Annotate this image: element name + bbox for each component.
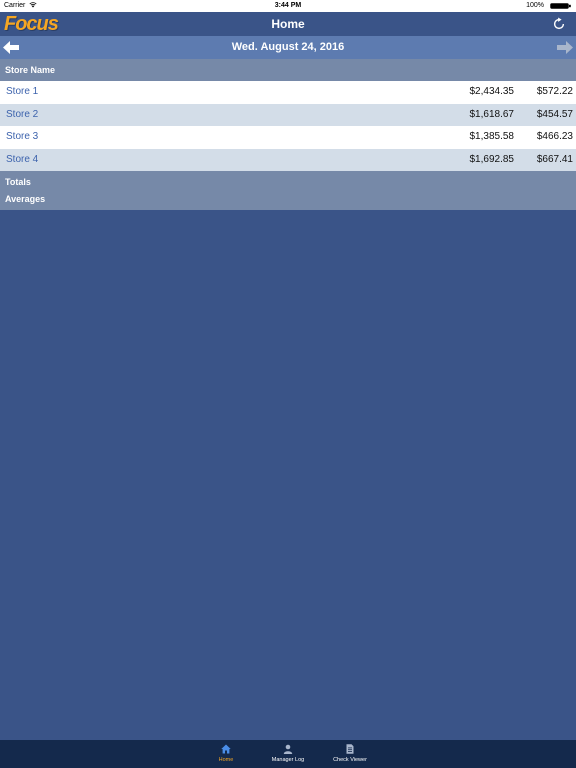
tab-home[interactable]: Home [198, 740, 254, 768]
store-name-link[interactable]: Store 4 [6, 149, 38, 172]
refresh-icon[interactable] [552, 17, 566, 31]
tab-manager-log-label: Manager Log [271, 757, 305, 763]
store-name-link[interactable]: Store 1 [6, 81, 38, 104]
store-value-2: $667.41 [536, 153, 573, 165]
store-value-1: $2,434.35 [469, 86, 515, 97]
tab-home-label: Home [218, 757, 234, 763]
table-row[interactable]: Store 2 $1,618.67 $454.57 [0, 103, 576, 127]
person-icon [283, 744, 293, 754]
averages-label: Averages [5, 194, 46, 204]
home-icon [221, 744, 231, 754]
store-value-2: $454.57 [536, 108, 573, 120]
tab-check-viewer-label: Check Viewer [333, 757, 367, 763]
nav-bar: Focus Home [0, 12, 576, 36]
page-title: Home [271, 17, 305, 31]
table-header: Store Name [0, 59, 576, 81]
current-date: Wed. August 24, 2016 [231, 41, 345, 53]
summary-section: Totals Averages [0, 171, 576, 210]
status-bar: Carrier 3:44 PM 100% [0, 0, 576, 12]
store-value-2: $572.22 [536, 86, 573, 97]
store-value-1: $1,692.85 [469, 153, 515, 165]
date-bar: Wed. August 24, 2016 [0, 36, 576, 59]
store-name-link[interactable]: Store 2 [6, 104, 38, 127]
document-icon [346, 744, 354, 754]
tab-bar: Home Manager Log Check Viewer [0, 740, 576, 768]
store-list: Store 1 $2,434.35 $572.22 Store 2 $1,618… [0, 81, 576, 171]
store-value-2: $466.23 [536, 131, 573, 142]
table-row[interactable]: Store 4 $1,692.85 $667.41 [0, 148, 576, 172]
battery-percent: 100% [526, 2, 544, 9]
store-value-1: $1,385.58 [469, 131, 515, 142]
store-value-1: $1,618.67 [469, 108, 515, 120]
clock: 3:44 PM [274, 2, 302, 9]
tab-manager-log[interactable]: Manager Log [260, 740, 316, 768]
tab-check-viewer[interactable]: Check Viewer [322, 740, 378, 768]
totals-label: Totals [5, 177, 31, 187]
next-day-arrow-icon[interactable] [557, 41, 573, 54]
table-row[interactable]: Store 1 $2,434.35 $572.22 [0, 81, 576, 104]
battery-icon [550, 3, 571, 9]
table-row[interactable]: Store 3 $1,385.58 $466.23 [0, 126, 576, 149]
store-name-link[interactable]: Store 3 [6, 126, 38, 149]
store-name-column-header: Store Name [5, 65, 56, 75]
